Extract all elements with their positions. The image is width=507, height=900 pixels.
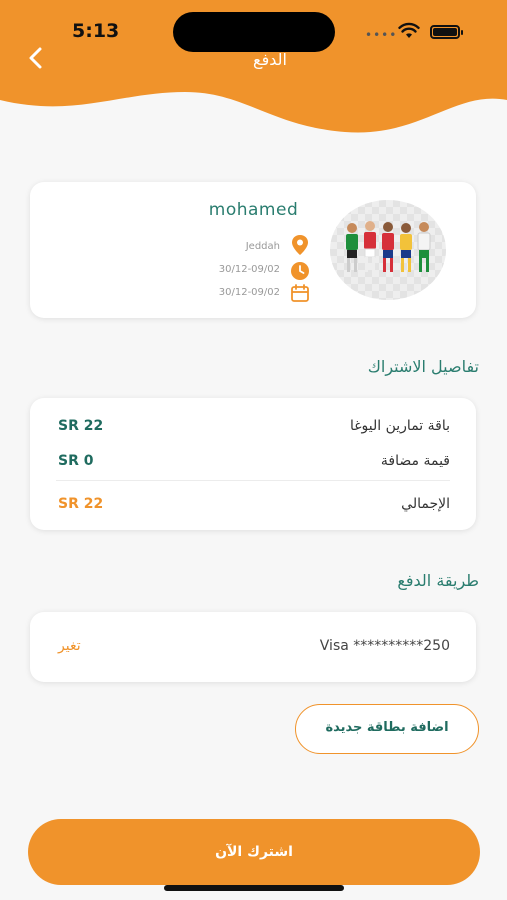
location-text: Jeddah xyxy=(245,241,280,252)
signal-dots-icon: •••• xyxy=(365,28,398,42)
profile-card: mohamed Jeddah 30/12-09/02 30/12-09/02 xyxy=(30,182,476,318)
payment-method-card: Visa **********250 تغير xyxy=(30,612,476,682)
item-value-yoga: SR 22 xyxy=(58,418,104,434)
wifi-icon xyxy=(398,22,420,38)
divider xyxy=(56,480,450,481)
home-indicator xyxy=(164,885,344,891)
total-value: SR 22 xyxy=(58,496,104,512)
time-range-text: 30/12-09/02 xyxy=(218,264,280,275)
battery-icon xyxy=(430,25,463,39)
add-new-card-button[interactable]: اضافة بطاقة جديدة xyxy=(295,704,479,754)
item-label-yoga: باقة تمارين اليوغا xyxy=(349,418,450,434)
avatar xyxy=(330,200,446,300)
location-pin-icon xyxy=(292,235,308,255)
card-number: Visa **********250 xyxy=(319,638,450,654)
clock-icon xyxy=(291,262,309,280)
item-value-vat: SR 0 xyxy=(58,453,94,469)
item-label-vat: قيمة مضافة xyxy=(380,453,450,469)
date-range-text: 30/12-09/02 xyxy=(218,287,280,298)
payment-section-title: طريقة الدفع xyxy=(397,571,479,590)
status-time: 5:13 xyxy=(72,20,120,42)
subscription-details-card: باقة تمارين اليوغا SR 22 قيمة مضافة SR 0… xyxy=(30,398,476,530)
team-players-image xyxy=(346,221,431,272)
total-label: الإجمالي xyxy=(401,496,450,512)
page-title: الدفع xyxy=(253,50,287,69)
dynamic-island xyxy=(173,12,335,52)
calendar-icon xyxy=(291,284,309,302)
subscribe-now-button[interactable]: اشترك الآن xyxy=(28,819,480,885)
subscription-section-title: تفاصيل الاشتراك xyxy=(367,357,479,376)
change-card-link[interactable]: تغير xyxy=(58,638,81,654)
